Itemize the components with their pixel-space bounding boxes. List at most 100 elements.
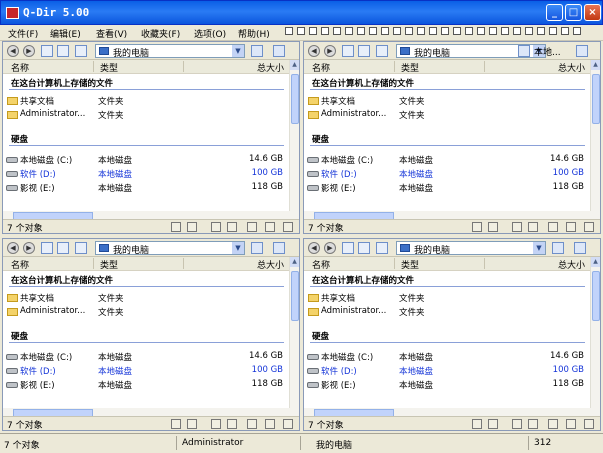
delete-icon[interactable]	[584, 222, 594, 232]
col-name[interactable]: 名称	[11, 61, 29, 74]
layout-icon[interactable]	[453, 27, 461, 35]
list-item[interactable]: 共享文档 文件夹	[3, 292, 291, 305]
view-mode-icon[interactable]	[75, 242, 87, 254]
paste-icon[interactable]	[227, 419, 237, 429]
vertical-scrollbar[interactable]: ▲	[590, 257, 600, 427]
properties-icon[interactable]	[548, 222, 558, 232]
column-separator[interactable]	[93, 258, 94, 269]
address-bar[interactable]: 我的电脑 ▼	[95, 241, 245, 256]
col-type[interactable]: 类型	[100, 258, 118, 271]
menu-edit[interactable]: 编辑(E)	[50, 27, 81, 40]
scroll-thumb[interactable]	[291, 271, 299, 321]
list-item[interactable]: 本地磁盘 (C:) 本地磁盘 14.6 GB	[304, 351, 592, 364]
copy-icon[interactable]	[211, 222, 221, 232]
rename-icon[interactable]	[265, 222, 275, 232]
col-name[interactable]: 名称	[312, 61, 330, 74]
chevron-down-icon[interactable]: ▼	[533, 242, 545, 254]
properties-icon[interactable]	[548, 419, 558, 429]
delete-icon[interactable]	[584, 419, 594, 429]
layout-icon[interactable]	[321, 27, 329, 35]
col-type[interactable]: 类型	[401, 258, 419, 271]
forward-icon[interactable]: ▶	[324, 242, 336, 254]
address-bar[interactable]: 我的电脑 ▼	[396, 241, 546, 256]
layout-icon[interactable]	[465, 27, 473, 35]
address-text-2[interactable]: 本地...	[534, 45, 561, 58]
scroll-up-icon[interactable]: ▲	[290, 257, 299, 267]
scroll-up-icon[interactable]: ▲	[290, 60, 299, 70]
folder-tree-icon[interactable]	[57, 242, 69, 254]
list-item[interactable]: 影视 (E:) 本地磁盘 118 GB	[304, 379, 592, 392]
layout-icon[interactable]	[393, 27, 401, 35]
paste-icon[interactable]	[227, 222, 237, 232]
back-icon[interactable]: ◀	[308, 242, 320, 254]
view-mode-icon[interactable]	[376, 242, 388, 254]
scroll-thumb[interactable]	[592, 74, 600, 124]
col-type[interactable]: 类型	[401, 61, 419, 74]
layout-icon[interactable]	[309, 27, 317, 35]
list-item[interactable]: 本地磁盘 (C:) 本地磁盘 14.6 GB	[3, 154, 291, 167]
copy-icon[interactable]	[512, 222, 522, 232]
list-item[interactable]: 影视 (E:) 本地磁盘 118 GB	[304, 182, 592, 195]
col-size[interactable]: 总大小	[558, 258, 585, 271]
copy-icon[interactable]	[512, 419, 522, 429]
filter-icon[interactable]	[472, 222, 482, 232]
rename-icon[interactable]	[265, 419, 275, 429]
view-mode-icon[interactable]	[75, 45, 87, 57]
layout-icon[interactable]	[429, 27, 437, 35]
menu-options[interactable]: 选项(O)	[194, 27, 226, 40]
chevron-down-icon[interactable]: ▼	[232, 242, 244, 254]
layout-icon[interactable]	[417, 27, 425, 35]
scroll-up-icon[interactable]: ▲	[591, 60, 600, 70]
forward-icon[interactable]: ▶	[324, 45, 336, 57]
up-folder-icon[interactable]	[342, 242, 354, 254]
filter-icon[interactable]	[171, 419, 181, 429]
view-mode-icon[interactable]	[376, 45, 388, 57]
user-icon[interactable]	[574, 242, 586, 254]
back-icon[interactable]: ◀	[7, 242, 19, 254]
filter-icon[interactable]	[171, 222, 181, 232]
layout-icon[interactable]	[561, 27, 569, 35]
list-item[interactable]: 软件 (D:) 本地磁盘 100 GB	[304, 168, 592, 181]
close-button[interactable]: ×	[584, 4, 601, 21]
list-item[interactable]: 影视 (E:) 本地磁盘 118 GB	[3, 379, 291, 392]
list-item[interactable]: 软件 (D:) 本地磁盘 100 GB	[3, 365, 291, 378]
layout-icon[interactable]	[537, 27, 545, 35]
address-bar[interactable]: 我的电脑 ▼	[95, 44, 245, 59]
list-item[interactable]: 影视 (E:) 本地磁盘 118 GB	[3, 182, 291, 195]
tools-icon[interactable]	[518, 45, 530, 57]
menu-help[interactable]: 帮助(H)	[238, 27, 270, 40]
cut-icon[interactable]	[187, 222, 197, 232]
column-separator[interactable]	[93, 61, 94, 72]
folder-tree-icon[interactable]	[358, 45, 370, 57]
properties-icon[interactable]	[247, 419, 257, 429]
folder-tree-icon[interactable]	[358, 242, 370, 254]
layout-icon[interactable]	[345, 27, 353, 35]
delete-icon[interactable]	[283, 419, 293, 429]
layout-icon[interactable]	[333, 27, 341, 35]
col-size[interactable]: 总大小	[558, 61, 585, 74]
user-icon[interactable]	[273, 242, 285, 254]
col-size[interactable]: 总大小	[257, 258, 284, 271]
scroll-up-icon[interactable]: ▲	[591, 257, 600, 267]
back-icon[interactable]: ◀	[308, 45, 320, 57]
back-icon[interactable]: ◀	[7, 45, 19, 57]
paste-icon[interactable]	[528, 419, 538, 429]
list-item[interactable]: 共享文档 文件夹	[304, 95, 592, 108]
properties-icon[interactable]	[247, 222, 257, 232]
list-item[interactable]: Administrator... 文件夹	[3, 306, 291, 319]
layout-icon[interactable]	[441, 27, 449, 35]
menu-file[interactable]: 文件(F)	[8, 27, 38, 40]
layout-icon[interactable]	[405, 27, 413, 35]
up-folder-icon[interactable]	[41, 242, 53, 254]
list-item[interactable]: 本地磁盘 (C:) 本地磁盘 14.6 GB	[304, 154, 592, 167]
layout-icon[interactable]	[381, 27, 389, 35]
user-icon[interactable]	[576, 45, 588, 57]
up-folder-icon[interactable]	[41, 45, 53, 57]
layout-icon[interactable]	[297, 27, 305, 35]
menu-view[interactable]: 查看(V)	[96, 27, 127, 40]
vertical-scrollbar[interactable]: ▲	[590, 60, 600, 230]
layout-icon[interactable]	[501, 27, 509, 35]
list-item[interactable]: Administrator... 文件夹	[3, 109, 291, 122]
layout-icon[interactable]	[357, 27, 365, 35]
column-separator[interactable]	[394, 61, 395, 72]
